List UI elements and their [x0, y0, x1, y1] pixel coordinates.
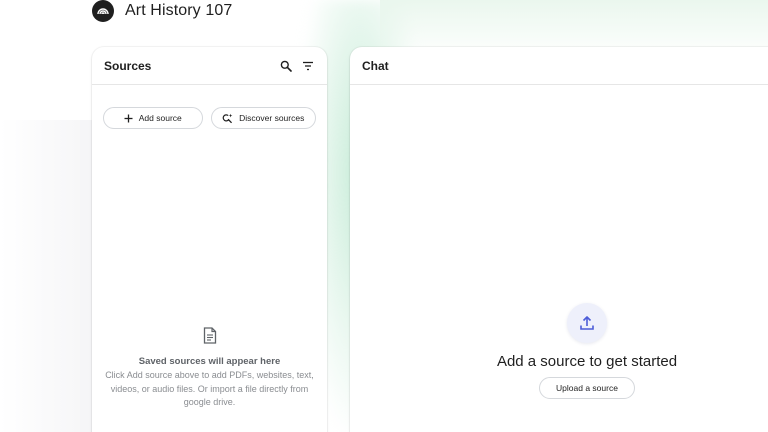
sources-empty-state: Saved sources will appear here Click Add… [92, 327, 327, 410]
background-glow-left [0, 120, 95, 432]
search-icon[interactable] [279, 59, 293, 73]
notebook-title[interactable]: Art History 107 [125, 2, 232, 20]
upload-source-button[interactable]: Upload a source [539, 377, 635, 399]
sources-header: Sources [92, 47, 327, 85]
sources-header-icons [279, 59, 315, 73]
sources-actions: Add source Discover sources [92, 85, 327, 129]
chat-title: Chat [362, 58, 389, 73]
sources-panel: Sources Add source Discover sources Save… [92, 47, 327, 432]
discover-search-icon [222, 113, 233, 124]
discover-sources-button[interactable]: Discover sources [210, 107, 316, 129]
discover-sources-label: Discover sources [239, 113, 305, 123]
chat-header: Chat [350, 47, 768, 85]
empty-state-title: Saved sources will appear here [138, 356, 281, 367]
filter-icon[interactable] [301, 59, 315, 73]
add-source-button[interactable]: Add source [103, 107, 203, 129]
upload-icon[interactable] [567, 303, 607, 343]
empty-state-description: Click Add source above to add PDFs, webs… [105, 370, 314, 407]
document-icon [92, 327, 327, 344]
notebook-logo-icon[interactable] [92, 0, 114, 22]
plus-icon [124, 114, 133, 123]
chat-panel: Chat Add a source to get started Upload … [350, 47, 768, 432]
sources-title: Sources [104, 58, 152, 73]
add-source-label: Add source [138, 113, 182, 123]
chat-empty-state: Add a source to get started Upload a sou… [437, 303, 737, 399]
chat-cta-text: Add a source to get started [496, 353, 678, 370]
top-bar: Art History 107 [92, 0, 232, 22]
